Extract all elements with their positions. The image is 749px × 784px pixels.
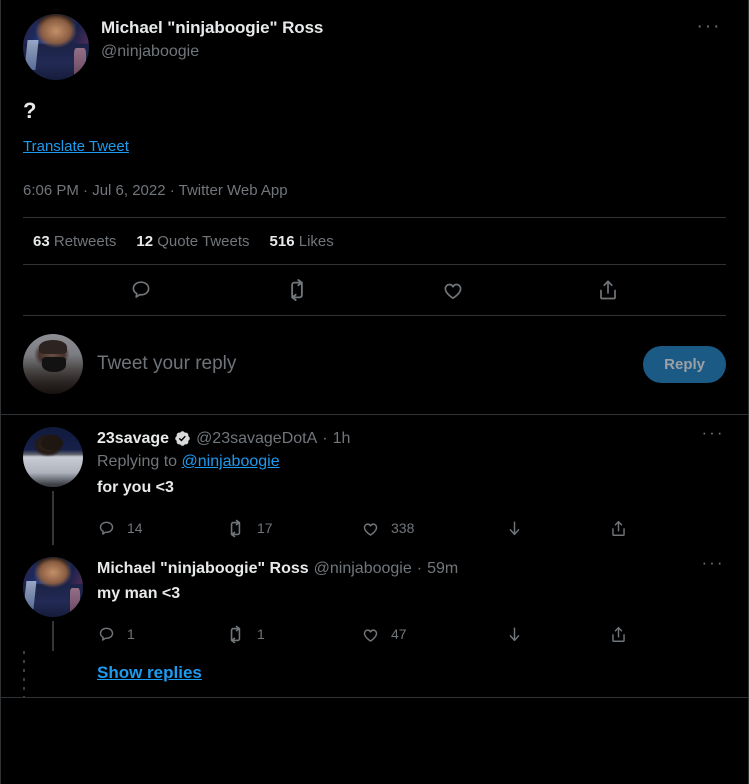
verified-badge-icon — [174, 430, 191, 447]
thread-connector-line — [52, 491, 54, 545]
reply-composer: Tweet your reply Reply — [23, 316, 726, 414]
reply-input[interactable]: Tweet your reply — [97, 353, 643, 375]
replying-to-prefix: Replying to — [97, 453, 182, 470]
stat-retweets-count: 63 — [33, 233, 50, 250]
thread-connector-dotted — [23, 651, 83, 697]
reply-text: for you <3 — [97, 479, 174, 496]
main-tweet-header: Michael "ninjaboogie" Ross @ninjaboogie … — [23, 0, 726, 80]
reply-timestamp[interactable]: 1h — [333, 428, 351, 449]
replies-list: 23savage @23savageDotA · 1h ··· Replying… — [1, 414, 748, 698]
reply-action-bar: 14 17 338 — [97, 515, 726, 541]
stat-likes-count: 516 — [269, 233, 295, 250]
main-action-bar — [23, 265, 726, 315]
reply-header: 23savage @23savageDotA · 1h ··· — [97, 424, 726, 449]
reply-action-share[interactable] — [609, 519, 639, 538]
reply-item: 23savage @23savageDotA · 1h ··· Replying… — [1, 415, 748, 545]
avatar[interactable] — [23, 557, 83, 617]
reply-count: 14 — [127, 520, 143, 536]
reply-display-name[interactable]: Michael "ninjaboogie" Ross — [97, 558, 309, 579]
reply-action-like[interactable]: 338 — [361, 519, 505, 538]
author-names: Michael "ninjaboogie" Ross @ninjaboogie — [101, 14, 692, 63]
avatar[interactable] — [23, 427, 83, 487]
like-icon[interactable] — [441, 278, 465, 302]
retweet-count: 1 — [257, 626, 265, 642]
current-user-avatar[interactable] — [23, 334, 83, 394]
reply-action-bar: 1 1 47 — [97, 621, 726, 647]
reply-count: 1 — [127, 626, 135, 642]
tweet-detail-page: Michael "ninjaboogie" Ross @ninjaboogie … — [0, 0, 749, 784]
show-replies-row: Show replies — [1, 651, 748, 697]
show-replies-link[interactable]: Show replies — [97, 651, 202, 697]
reply-content: 23savage @23savageDotA · 1h ··· Replying… — [97, 424, 726, 545]
reply-header: Michael "ninjaboogie" Ross @ninjaboogie … — [97, 554, 726, 579]
stat-likes[interactable]: 516 Likes — [270, 233, 334, 250]
replying-to-handle[interactable]: @ninjaboogie — [182, 453, 280, 470]
reply-action-retweet[interactable]: 1 — [225, 624, 361, 645]
stat-quotes-count: 12 — [136, 233, 154, 250]
share-icon[interactable] — [596, 278, 620, 302]
reply-item: Michael "ninjaboogie" Ross @ninjaboogie … — [1, 545, 748, 651]
stat-retweets-label: Retweets — [53, 233, 117, 250]
reply-display-name[interactable]: 23savage — [97, 428, 169, 449]
author-handle[interactable]: @ninjaboogie — [101, 41, 692, 63]
stat-retweets[interactable]: 63 Retweets — [33, 233, 116, 250]
main-tweet: Michael "ninjaboogie" Ross @ninjaboogie … — [1, 0, 748, 414]
reply-action-retweet[interactable]: 17 — [225, 518, 361, 539]
tweet-stats: 63 Retweets 12 Quote Tweets 516 Likes — [23, 218, 726, 264]
more-options-icon[interactable]: ··· — [700, 424, 726, 449]
stat-likes-label: Likes — [298, 233, 334, 250]
retweet-icon[interactable] — [284, 277, 310, 303]
reply-handle[interactable]: @23savageDotA — [196, 428, 317, 449]
reply-action-download[interactable] — [505, 625, 609, 644]
tweet-text: ? — [23, 98, 37, 123]
reply-separator: · — [322, 429, 328, 447]
reply-action-share[interactable] — [609, 625, 639, 644]
author-display-name[interactable]: Michael "ninjaboogie" Ross — [101, 17, 692, 39]
avatar[interactable] — [23, 14, 89, 80]
tweet-timestamp: 6:06 PM · Jul 6, 2022 · Twitter Web App — [23, 182, 288, 199]
reply-button[interactable]: Reply — [643, 345, 726, 383]
replying-to-line: Replying to @ninjaboogie — [97, 451, 726, 473]
reply-handle[interactable]: @ninjaboogie — [314, 558, 412, 579]
reply-separator: · — [416, 559, 423, 577]
like-count: 338 — [391, 520, 415, 536]
reply-thread-column — [23, 557, 83, 651]
bottom-divider — [1, 697, 748, 698]
show-replies-thread-column — [23, 651, 83, 697]
more-options-icon[interactable]: ··· — [692, 14, 726, 48]
retweet-count: 17 — [257, 520, 273, 536]
reply-text: my man <3 — [97, 585, 181, 602]
stat-quotes-label: Quote Tweets — [157, 233, 250, 250]
reply-action-reply[interactable]: 1 — [97, 625, 225, 644]
reply-icon[interactable] — [129, 278, 153, 302]
more-options-icon[interactable]: ··· — [700, 554, 726, 579]
reply-action-download[interactable] — [505, 519, 609, 538]
stat-quote-tweets[interactable]: 12 Quote Tweets — [136, 233, 249, 250]
reply-action-like[interactable]: 47 — [361, 625, 505, 644]
reply-thread-column — [23, 427, 83, 545]
like-count: 47 — [391, 626, 407, 642]
thread-connector-line — [52, 621, 54, 651]
reply-action-reply[interactable]: 14 — [97, 519, 225, 538]
reply-content: Michael "ninjaboogie" Ross @ninjaboogie … — [97, 554, 726, 651]
reply-timestamp[interactable]: 59m — [427, 558, 458, 579]
translate-tweet-link[interactable]: Translate Tweet — [23, 137, 129, 157]
